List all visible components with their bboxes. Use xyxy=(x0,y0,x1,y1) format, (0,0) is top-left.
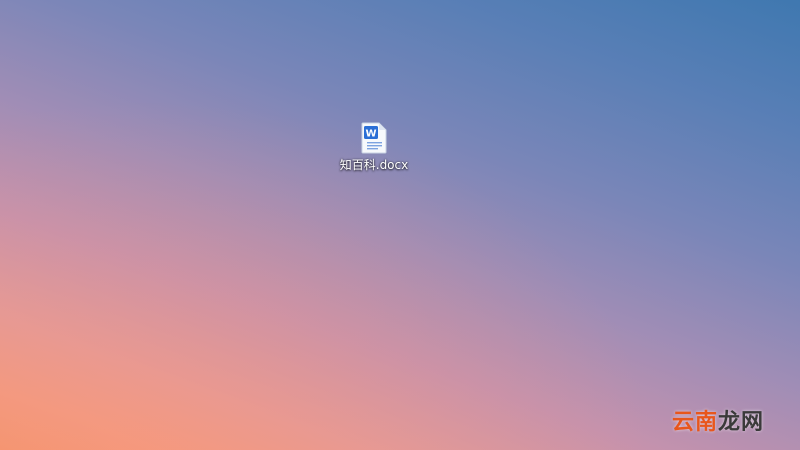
word-icon-letter: W xyxy=(365,129,376,140)
desktop-icon-label: 知百科.docx xyxy=(339,158,409,172)
desktop[interactable]: W 知百科.docx 云南龙网 xyxy=(0,0,800,450)
watermark-part-2: 龙网 xyxy=(717,410,764,435)
word-document-icon: W xyxy=(361,122,387,154)
desktop-file-icon-docx[interactable]: W 知百科.docx xyxy=(334,122,414,178)
site-watermark: 云南龙网 xyxy=(672,404,764,436)
watermark-part-1: 云南 xyxy=(671,410,718,435)
